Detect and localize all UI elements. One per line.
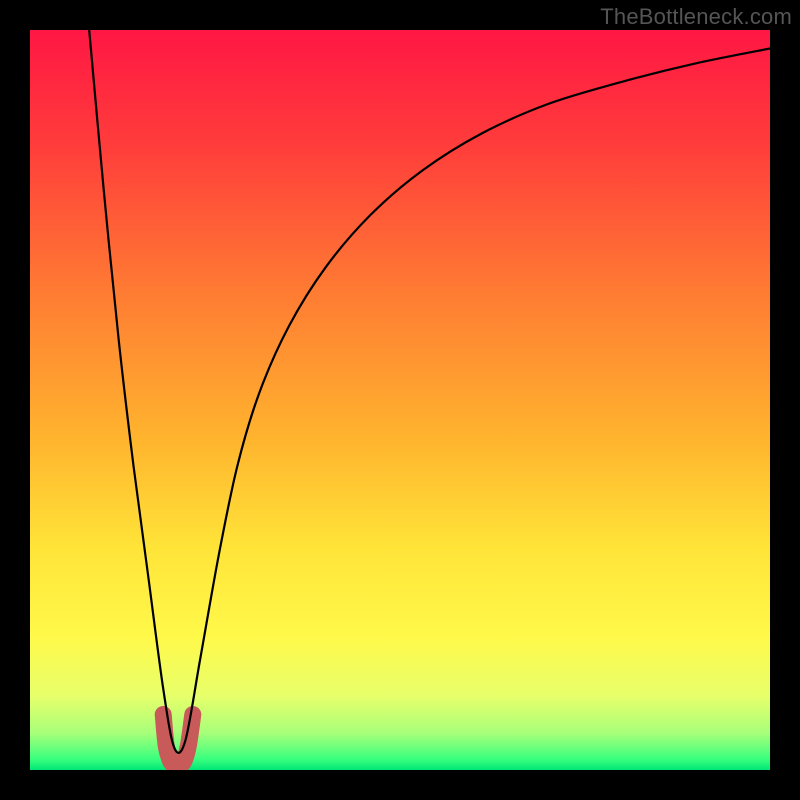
- chart-frame: [30, 30, 770, 770]
- watermark-text: TheBottleneck.com: [600, 4, 792, 30]
- bottleneck-curve-chart: [30, 30, 770, 770]
- gradient-background: [30, 30, 770, 770]
